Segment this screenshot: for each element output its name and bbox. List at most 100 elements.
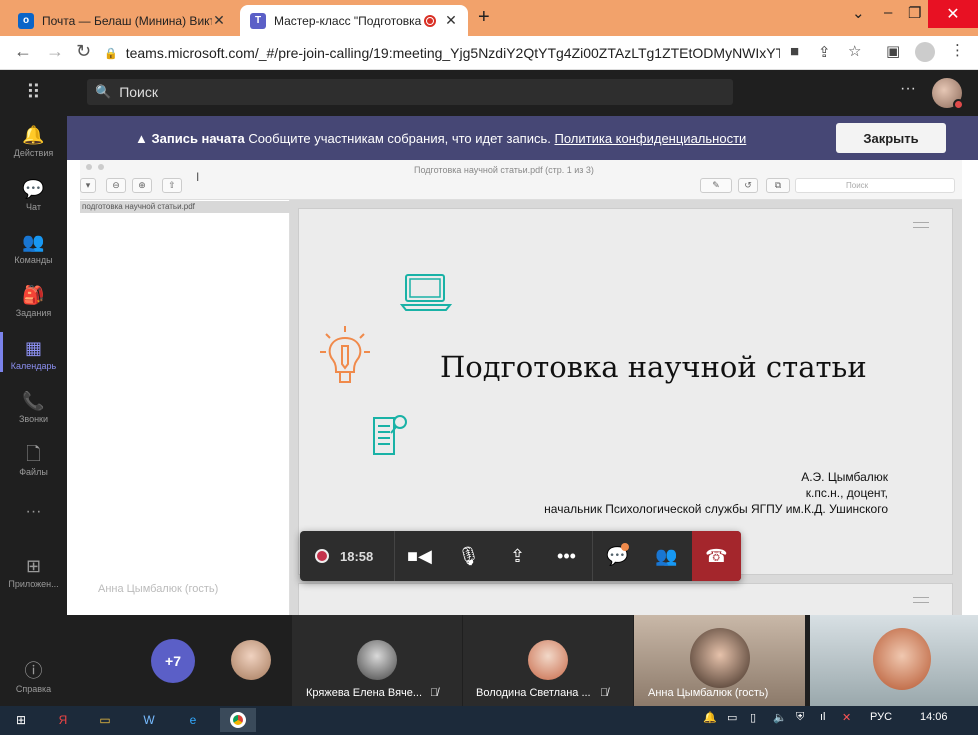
markup-icon[interactable]: ✎: [700, 178, 732, 193]
window-dot: [86, 164, 92, 170]
rail-item-files[interactable]: 🗋 Файлы: [0, 443, 67, 477]
author-name: А.Э. Цымбалюк: [801, 470, 888, 484]
close-icon[interactable]: ✕: [212, 12, 226, 29]
forward-icon[interactable]: →: [46, 41, 64, 62]
device-icon[interactable]: ▯: [750, 711, 756, 724]
file-explorer-icon[interactable]: ▭: [92, 708, 118, 732]
chrome-icon[interactable]: [220, 708, 256, 732]
rail-item-help[interactable]: ⓘ Справка: [0, 660, 67, 694]
tab-teams-label: Мастер-класс "Подготовка: [274, 13, 422, 28]
pdf-file-name[interactable]: подготовка научной статьи.pdf: [80, 201, 290, 213]
mic-off-icon: 🎙̸: [430, 687, 439, 699]
more-options-icon[interactable]: ···: [900, 80, 916, 98]
phone-icon: 📞: [22, 391, 45, 411]
rail-item-teams[interactable]: 👥 Команды: [0, 231, 67, 265]
search-icon: 🔍: [95, 84, 112, 99]
tab-teams-meeting[interactable]: T Мастер-класс "Подготовка ✕: [240, 5, 468, 36]
window-close-button[interactable]: ✕: [928, 0, 978, 28]
windows-start-icon[interactable]: ⊞: [8, 708, 34, 732]
rail-label: Справка: [15, 684, 52, 694]
teams-group-icon: 👥: [22, 232, 45, 252]
close-icon[interactable]: ✕: [444, 12, 458, 29]
rail-label: Задания: [15, 308, 52, 318]
clock[interactable]: 14:06: [920, 711, 948, 723]
share-screen-button[interactable]: ⇪: [493, 531, 542, 581]
sidebar-toggle-icon[interactable]: ▾: [80, 178, 96, 193]
participant-name: Анна Цымбалюк (гость): [648, 687, 769, 699]
rotate-icon[interactable]: ↺: [738, 178, 758, 193]
microphone-icon: 🎙: [457, 545, 480, 566]
banner-bold: Запись начата: [151, 131, 245, 146]
banner-message: Сообщите участникам собрания, что идет з…: [248, 131, 551, 146]
video-icon: ■◀: [407, 545, 432, 566]
new-tab-button[interactable]: +: [478, 6, 490, 29]
pdf-search-input[interactable]: Поиск: [795, 178, 955, 193]
restore-icon[interactable]: ❐: [908, 4, 921, 22]
rail-item-activity[interactable]: 🔔 Действия: [0, 124, 67, 158]
bell-icon: 🔔: [22, 125, 45, 145]
pdf-page: [298, 208, 953, 575]
chat-button[interactable]: 💬: [593, 531, 642, 581]
profile-icon[interactable]: [915, 42, 935, 62]
more-actions-button[interactable]: •••: [542, 531, 591, 581]
chevron-down-icon[interactable]: ⌄: [852, 4, 865, 22]
participants-button[interactable]: 👥: [642, 531, 691, 581]
page-handle-icon: [913, 222, 929, 228]
security-icon[interactable]: ⛨: [796, 711, 804, 724]
rail-item-assignments[interactable]: 🎒 Задания: [0, 284, 67, 318]
rail-item-calls[interactable]: 📞 Звонки: [0, 390, 67, 424]
author-degree: к.пс.н., доцент,: [805, 486, 888, 500]
notification-icon[interactable]: 🔔: [703, 711, 717, 724]
app-launcher-icon[interactable]: ⠿: [26, 80, 42, 105]
back-icon[interactable]: ←: [14, 41, 32, 62]
camera-icon[interactable]: ■: [790, 43, 799, 60]
warning-icon: ▲: [135, 131, 148, 146]
toolbox-icon[interactable]: ⧉: [766, 178, 790, 193]
meeting-timer: 18:58: [340, 549, 374, 564]
rail-label: Чат: [26, 202, 41, 212]
search-input[interactable]: 🔍 Поиск: [87, 79, 733, 105]
monitor-icon[interactable]: ▭: [727, 711, 737, 724]
zoom-out-icon[interactable]: ⊖: [106, 178, 126, 193]
rail-item-apps[interactable]: ⊞ Приложен...: [0, 555, 67, 589]
edge-icon[interactable]: e: [180, 708, 206, 732]
sidepanel-icon[interactable]: ▣: [886, 42, 900, 60]
camera-toggle-button[interactable]: ■◀: [395, 531, 444, 581]
rail-item-calendar[interactable]: ▦ Календарь: [0, 337, 67, 371]
pdf-sidebar: [80, 200, 290, 615]
volume-icon[interactable]: 🔈: [773, 711, 787, 724]
rail-label: Звонки: [18, 414, 49, 424]
address-bar[interactable]: 🔒 teams.microsoft.com/_#/pre-join-callin…: [104, 40, 780, 66]
writer-icon[interactable]: W: [136, 708, 162, 732]
star-icon[interactable]: ☆: [848, 42, 861, 60]
zoom-in-icon[interactable]: ⊕: [132, 178, 152, 193]
reload-icon[interactable]: ↻: [76, 41, 91, 62]
share-icon[interactable]: ⇧: [162, 178, 182, 193]
leave-call-button[interactable]: ☎: [692, 531, 741, 581]
tab-mail[interactable]: o Почта — Белаш (Минина) Викто ✕: [8, 5, 236, 36]
slide-title: Подготовка научной статьи: [440, 350, 867, 384]
menu-icon[interactable]: ⋮: [950, 41, 965, 59]
rail-label: Действия: [13, 148, 54, 158]
tab-mail-label: Почта — Белаш (Минина) Викто: [42, 13, 212, 28]
share-tray-icon: ⇪: [509, 545, 526, 566]
lock-icon: 🔒: [104, 47, 118, 60]
rail-item-more[interactable]: ···: [0, 503, 67, 521]
url-text: teams.microsoft.com/_#/pre-join-calling/…: [125, 45, 780, 61]
participant-face: [690, 628, 750, 688]
mic-toggle-button[interactable]: 🎙: [444, 531, 493, 581]
avatar[interactable]: [932, 78, 964, 110]
share-icon[interactable]: ⇪: [818, 43, 831, 61]
rail-item-chat[interactable]: 💬 Чат: [0, 178, 67, 212]
more-participants-button[interactable]: +7: [151, 639, 195, 683]
recording-icon: [424, 14, 436, 27]
network-off-icon[interactable]: ✕: [842, 711, 851, 724]
close-banner-button[interactable]: Закрыть: [836, 123, 946, 153]
teams-icon: T: [250, 12, 266, 29]
signal-icon[interactable]: ıl: [820, 711, 826, 723]
participant-name: Володина Светлана ...: [476, 687, 591, 699]
minimize-icon[interactable]: –: [884, 4, 892, 21]
language-indicator[interactable]: РУС: [870, 711, 892, 723]
yandex-icon[interactable]: Я: [50, 708, 76, 732]
privacy-link[interactable]: Политика конфиденциальности: [555, 131, 747, 146]
